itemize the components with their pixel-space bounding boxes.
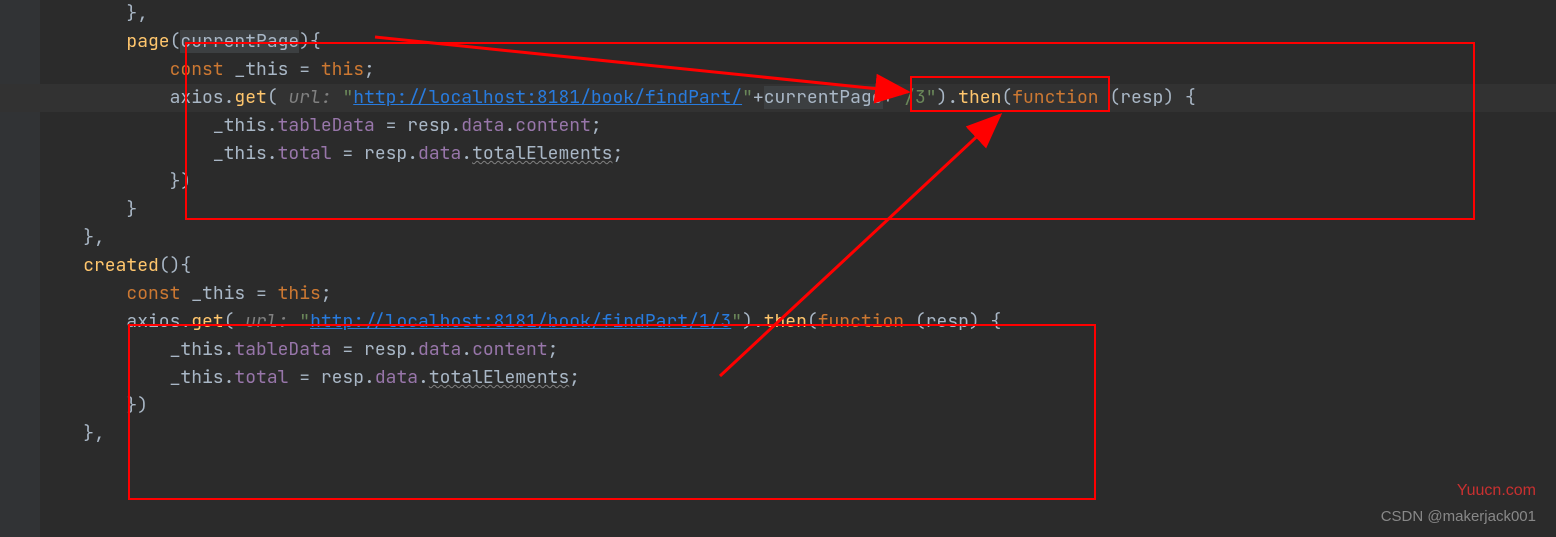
- fn-name: created: [83, 254, 159, 277]
- code-line: page(currentPage){: [40, 28, 1556, 56]
- watermark-yuucn: Yuucn.com: [1457, 477, 1536, 505]
- watermark-csdn: CSDN @makerjack001: [1381, 503, 1536, 531]
- code-line: }): [40, 168, 1556, 196]
- code-line: axios.get( url: "http://localhost:8181/b…: [40, 308, 1556, 336]
- code-line: },: [40, 0, 1556, 28]
- code-line: }: [40, 196, 1556, 224]
- code-line: axios.get( url: "http://localhost:8181/b…: [40, 84, 1556, 112]
- code-line: created(){: [40, 252, 1556, 280]
- code-line: const _this = this;: [40, 56, 1556, 84]
- fn-name: page: [126, 30, 169, 53]
- var-currentpage: currentPage: [764, 86, 883, 109]
- code-editor[interactable]: }, page(currentPage){ const _this = this…: [40, 0, 1556, 448]
- code-line: _this.tableData = resp.data.content;: [40, 112, 1556, 140]
- code-line: _this.total = resp.data.totalElements;: [40, 364, 1556, 392]
- wavy-text: totalElements: [472, 142, 612, 165]
- code-line: }): [40, 392, 1556, 420]
- code-line: const _this = this;: [40, 280, 1556, 308]
- code-line: },: [40, 420, 1556, 448]
- wavy-text: totalElements: [429, 366, 569, 389]
- url-string: http://localhost:8181/book/findPart/1/3: [310, 310, 731, 333]
- param: currentPage: [180, 30, 299, 53]
- url-string: http://localhost:8181/book/findPart/: [353, 86, 742, 109]
- code-line: _this.total = resp.data.totalElements;: [40, 140, 1556, 168]
- gutter: [0, 0, 40, 537]
- code-line: },: [40, 224, 1556, 252]
- code-line: _this.tableData = resp.data.content;: [40, 336, 1556, 364]
